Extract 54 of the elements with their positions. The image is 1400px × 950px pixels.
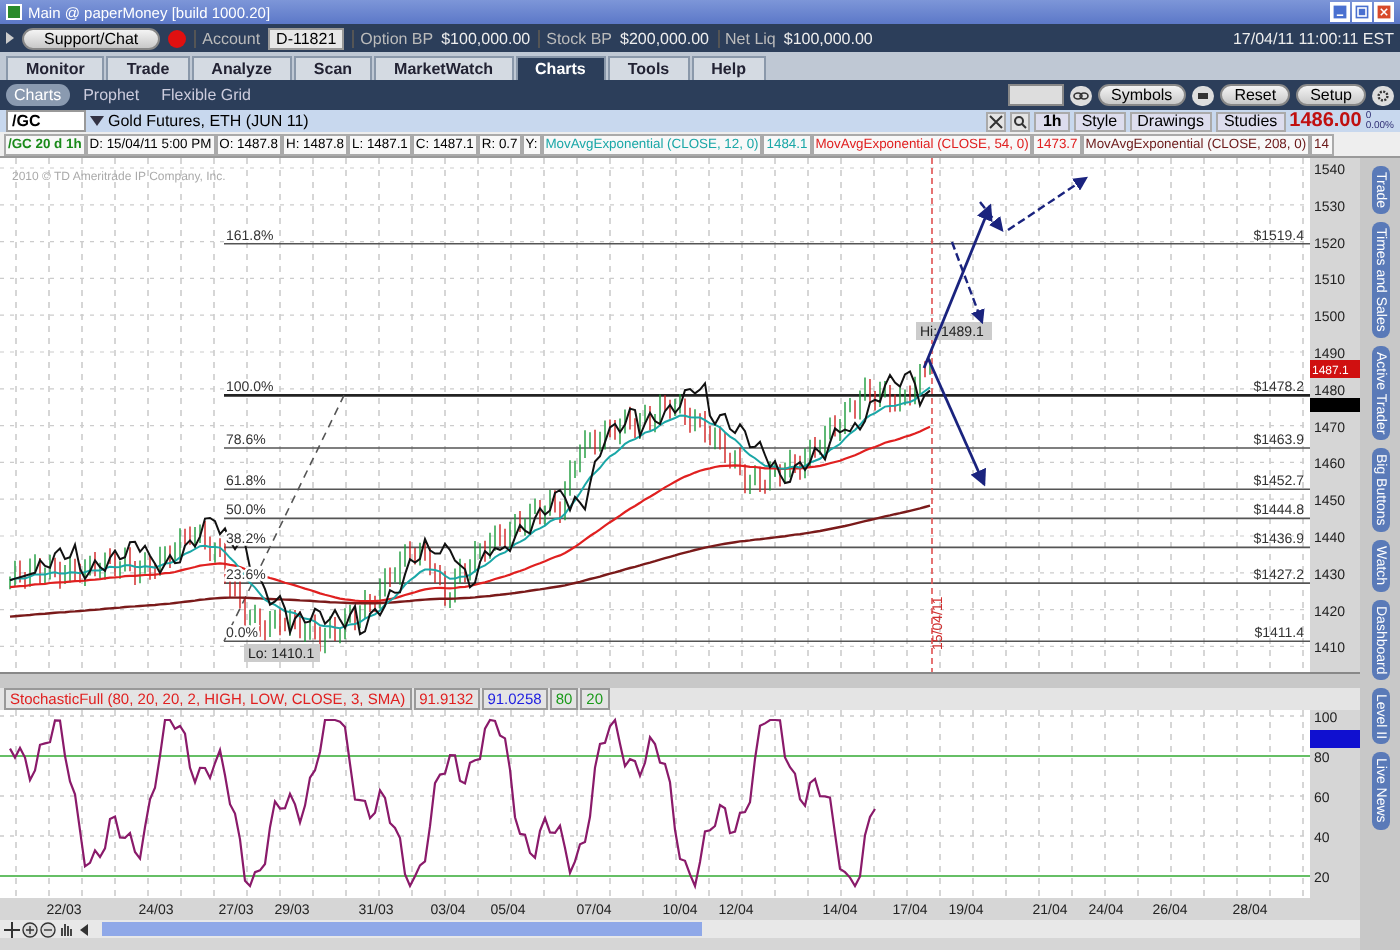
sub-tab[interactable]: Flexible Grid [153, 84, 259, 106]
chart-menu-button[interactable]: Drawings [1129, 111, 1212, 131]
main-tab[interactable]: MarketWatch [374, 56, 514, 80]
zoom-in-icon[interactable] [22, 921, 38, 937]
marker-tag [1310, 398, 1360, 412]
maximize-icon[interactable] [1352, 2, 1372, 22]
main-tab[interactable]: Charts [515, 56, 606, 80]
close-icon[interactable] [1374, 2, 1394, 22]
zoom-out-icon[interactable] [40, 921, 56, 937]
account-label: Account [194, 29, 261, 47]
balance-label: Option BP [352, 29, 434, 47]
expand-arrow-icon[interactable] [6, 32, 14, 44]
link-icon[interactable] [1069, 85, 1091, 105]
last-price: 1486.00 [1289, 110, 1362, 132]
toolbar-button[interactable]: Symbols [1097, 84, 1187, 106]
balance-value: $100,000.00 [783, 29, 873, 47]
balance-label: Stock BP [538, 29, 613, 47]
chart-menu-button[interactable]: Style [1073, 111, 1126, 131]
arrow[interactable] [922, 203, 993, 369]
dashed-arrow[interactable] [1007, 176, 1088, 231]
main-tab[interactable]: Analyze [191, 56, 292, 80]
scissors-icon[interactable] [986, 111, 1007, 131]
main-tab[interactable]: Scan [293, 56, 373, 80]
sub-tab[interactable]: Prophet [75, 84, 148, 106]
dashed-arrow[interactable] [979, 201, 1004, 232]
scroll-left-icon[interactable] [76, 921, 92, 937]
scrollbar-thumb[interactable] [102, 922, 702, 936]
main-tab[interactable]: Monitor [6, 56, 105, 80]
dashed-arrow[interactable] [950, 241, 985, 325]
minimize-icon[interactable] [1330, 2, 1350, 22]
app-icon [6, 4, 22, 20]
settings-icon[interactable] [1372, 85, 1394, 105]
interval-button[interactable]: 1h [1034, 111, 1070, 131]
datetime: 17/04/11 11:00:11 EST [1232, 29, 1394, 47]
balance-value: $100,000.00 [441, 29, 531, 47]
toolbar-button[interactable]: Reset [1220, 84, 1291, 106]
balance-label: Net Liq [717, 29, 776, 47]
account-field[interactable]: D-11821 [268, 27, 345, 49]
toolbar-button[interactable]: Setup [1296, 84, 1366, 106]
main-tab[interactable]: Help [691, 56, 766, 80]
main-tab[interactable]: Trade [106, 56, 190, 80]
value-tag [1310, 730, 1360, 748]
dropdown-icon[interactable] [90, 114, 104, 128]
symbol-field[interactable]: /GC [6, 110, 86, 132]
chart-menu-button[interactable]: Studies [1215, 111, 1286, 131]
main-tab[interactable]: Tools [607, 56, 690, 80]
support-chat-button[interactable]: Support/Chat [22, 27, 161, 49]
magnifier-icon[interactable] [1010, 111, 1031, 131]
crosshair-icon[interactable] [4, 921, 20, 937]
balance-value: $200,000.00 [620, 29, 710, 47]
layout-field[interactable] [1007, 84, 1063, 106]
symbol-description: Gold Futures, ETH (JUN 11) [108, 112, 309, 130]
price-tag [1310, 360, 1360, 378]
arrow[interactable] [926, 357, 986, 487]
